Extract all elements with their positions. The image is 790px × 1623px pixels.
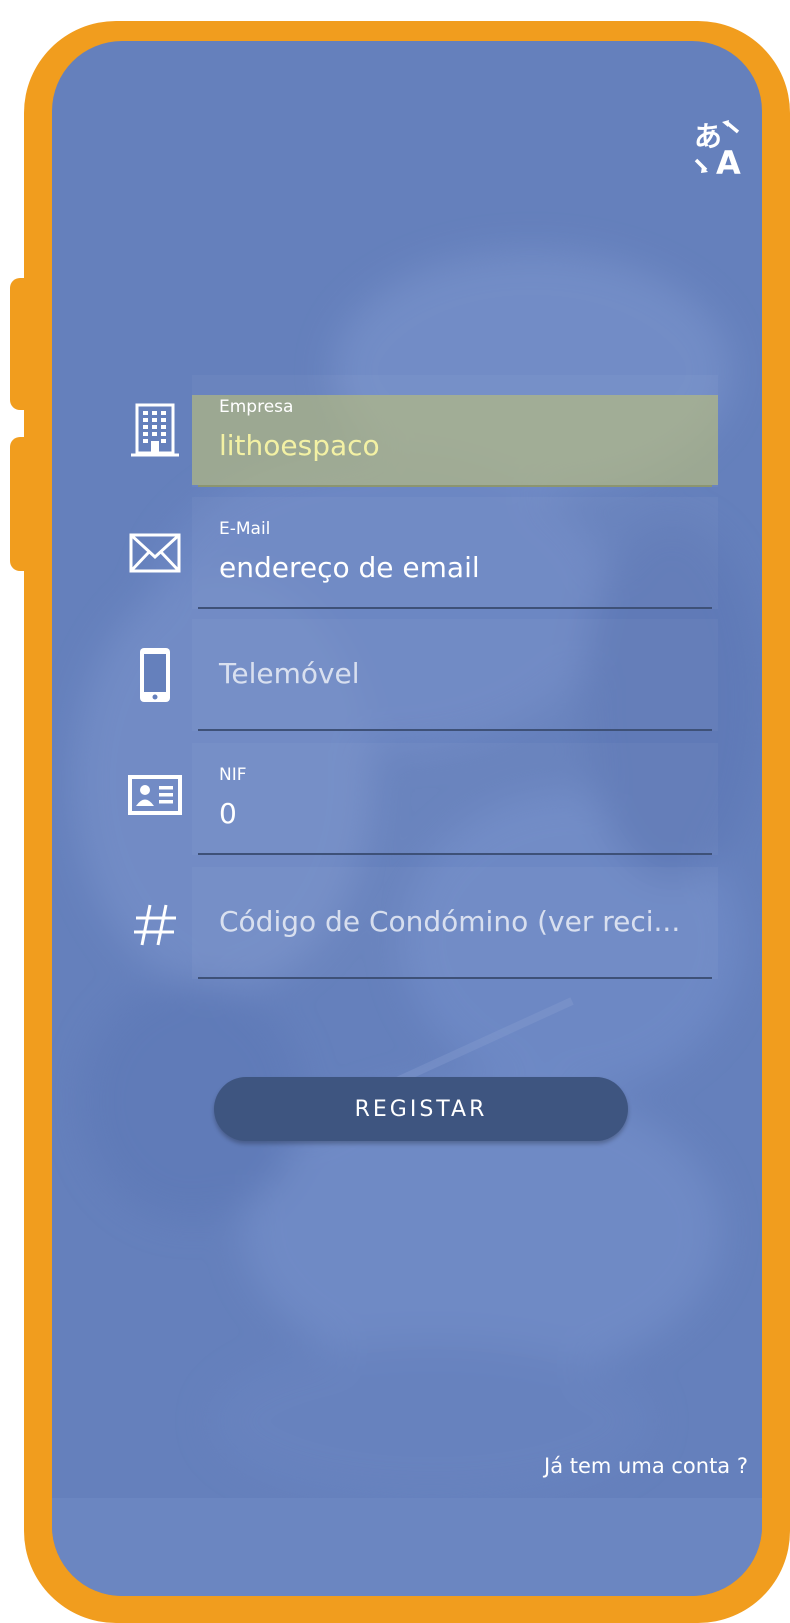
id-card-icon: [120, 775, 190, 815]
telemovel-underline: [198, 729, 712, 731]
app-screen: あ A Empresa lithoespaco E-Mail endereço …: [52, 41, 762, 1596]
empresa-field[interactable]: Empresa lithoespaco: [192, 375, 718, 487]
bottom-area: [52, 1498, 762, 1596]
codigo-underline: [198, 977, 712, 979]
mobile-phone-icon: [120, 646, 190, 704]
telemovel-field[interactable]: Telemóvel: [192, 619, 718, 731]
hash-icon: [120, 903, 190, 947]
email-underline: [198, 607, 712, 609]
email-label: E-Mail: [219, 519, 271, 539]
empresa-label: Empresa: [219, 397, 294, 417]
nif-underline: [198, 853, 712, 855]
building-icon: [120, 403, 190, 459]
email-value: endereço de email: [219, 551, 480, 584]
nif-field[interactable]: NIF 0: [192, 743, 718, 855]
empresa-value: lithoespaco: [219, 429, 380, 462]
login-link[interactable]: Já tem uma conta ?: [544, 1454, 748, 1478]
envelope-icon: [120, 533, 190, 573]
nif-label: NIF: [219, 765, 247, 785]
email-field[interactable]: E-Mail endereço de email: [192, 497, 718, 609]
register-button[interactable]: REGISTAR: [214, 1077, 628, 1141]
nif-value: 0: [219, 797, 237, 830]
translate-icon[interactable]: あ A: [692, 116, 752, 182]
phone-frame: あ A Empresa lithoespaco E-Mail endereço …: [24, 21, 790, 1623]
empresa-underline: [198, 485, 712, 487]
svg-text:A: A: [716, 144, 741, 176]
codigo-placeholder: Código de Condómino (ver reci...: [219, 905, 681, 938]
telemovel-placeholder: Telemóvel: [219, 657, 360, 690]
codigo-condomino-field[interactable]: Código de Condómino (ver reci...: [192, 867, 718, 979]
